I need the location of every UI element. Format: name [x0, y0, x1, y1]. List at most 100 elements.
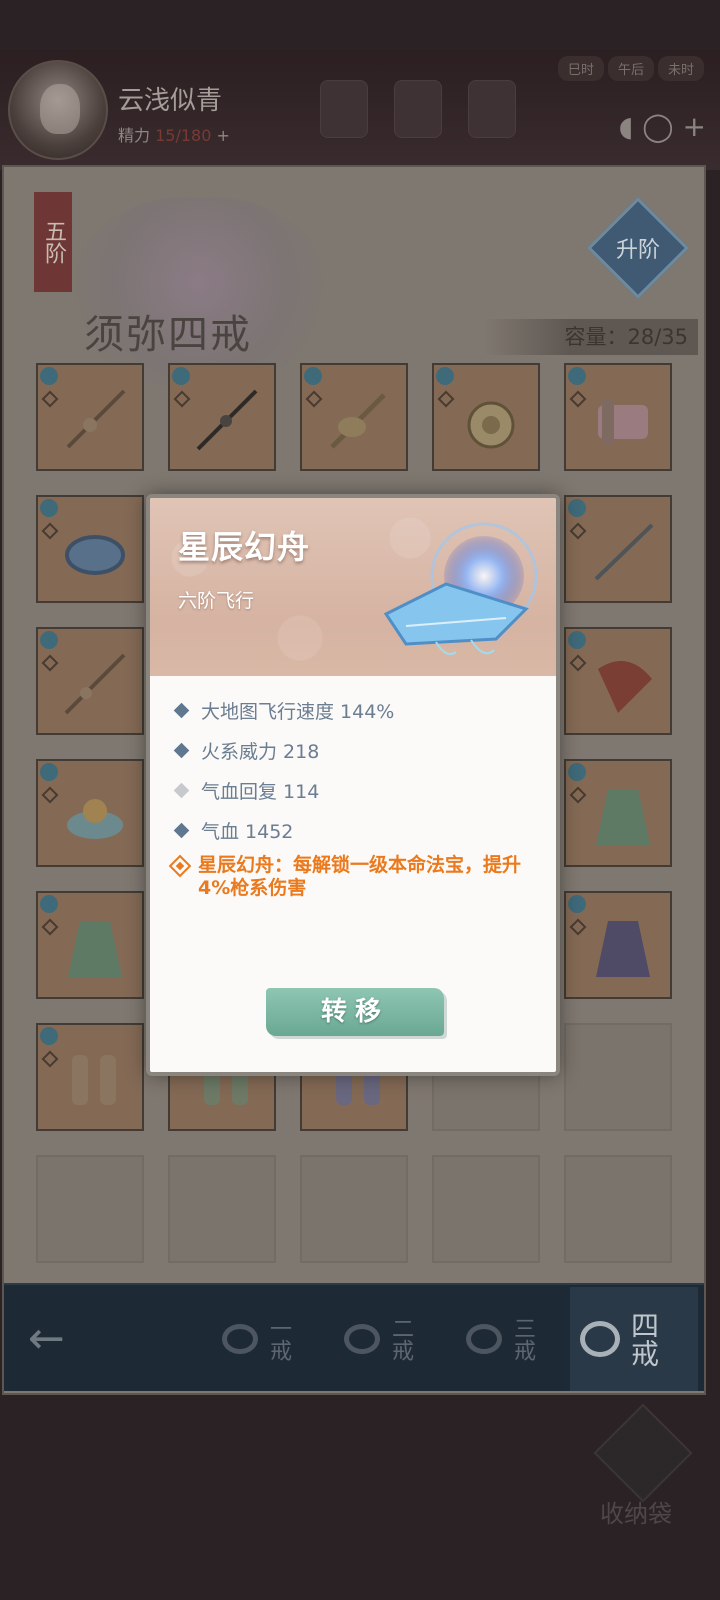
tower-icon[interactable] [320, 80, 368, 138]
treasure-slot[interactable] [36, 363, 144, 471]
treasure-slot[interactable] [564, 627, 672, 735]
robe-icon [68, 921, 122, 977]
stat-text: 气血回复 114 [201, 780, 320, 803]
skill-text: 星辰幻舟：每解锁一级本命法宝，提升4%枪系伤害 [198, 854, 522, 899]
empty-slot[interactable] [564, 1023, 672, 1131]
empty-slot[interactable] [564, 1155, 672, 1263]
treasure-slot[interactable] [300, 363, 408, 471]
treasure-detail-modal: 星辰幻舟 六阶飞行 大地图飞行速度 144% 火系威力 218 气血回复 114… [146, 494, 560, 1076]
treasure-slot[interactable] [564, 891, 672, 999]
bound-mark-icon [173, 390, 191, 408]
treasure-slot[interactable] [564, 495, 672, 603]
stat-text: 气血 1452 [201, 820, 294, 843]
quality-icon [40, 763, 58, 781]
robe-icon [596, 921, 650, 977]
quality-icon [568, 895, 586, 913]
upgrade-label: 升阶 [615, 238, 660, 263]
treasure-name: 星辰幻舟 [178, 528, 311, 566]
back-arrow-icon[interactable]: ← [28, 1315, 82, 1363]
empty-slot[interactable] [36, 1155, 144, 1263]
time-tab[interactable]: 午后 [607, 56, 654, 81]
stat-text: 火系威力 218 [201, 740, 320, 763]
time-tab[interactable]: 巳时 [557, 56, 604, 81]
bound-mark-icon [41, 918, 59, 936]
stat-row: 气血回复 114 [172, 770, 542, 810]
ring-icon [344, 1324, 380, 1354]
quality-icon [172, 367, 190, 385]
spear-icon [64, 653, 126, 715]
bound-mark-icon [305, 390, 323, 408]
energy-display: 精力 15/180 + [118, 122, 230, 146]
ring-icon [222, 1324, 258, 1354]
sword-icon [594, 523, 654, 581]
ring-icon [580, 1321, 620, 1357]
quality-icon [436, 367, 454, 385]
treasure-slot[interactable] [36, 627, 144, 735]
stat-row: 大地图飞行速度 144% [172, 690, 542, 730]
diamond-bullet-icon [173, 742, 190, 758]
time-tabs: 巳时 午后 未时 [557, 56, 704, 81]
treasure-slot[interactable] [36, 1023, 144, 1131]
fan-icon [598, 661, 652, 713]
spear-icon [196, 389, 258, 451]
spear-icon [66, 389, 126, 449]
bound-mark-icon [569, 522, 587, 540]
top-header: 云浅似青 精力 15/180 + 巳时 午后 未时 ◖ ◯ + [0, 50, 720, 170]
ring-tab-label: 一戒 [266, 1317, 291, 1361]
ring-tab-label: 三戒 [510, 1317, 535, 1361]
scroll-icon [598, 399, 648, 445]
bound-mark-icon [41, 390, 59, 408]
bound-mark-icon [41, 522, 59, 540]
skill-row: 星辰幻舟：每解锁一级本命法宝，提升4%枪系伤害 [168, 854, 542, 900]
diamond-bullet-icon [173, 822, 190, 838]
ring-icon [466, 1324, 502, 1354]
ring-title: 须弥四戒 [84, 312, 252, 358]
calligraphy-icon[interactable] [394, 80, 442, 138]
tab-ring-3[interactable]: 三戒 [466, 1297, 578, 1381]
bound-mark-icon [437, 390, 455, 408]
diamond-bullet-icon [173, 782, 190, 798]
empty-slot[interactable] [168, 1155, 276, 1263]
storage-bag-button[interactable]: 收纳袋 [593, 1403, 694, 1528]
bound-mark-icon [569, 654, 587, 672]
treasure-slot[interactable] [168, 363, 276, 471]
boots-icon [72, 1055, 116, 1105]
energy-label: 精力 [118, 126, 151, 145]
quality-icon [40, 631, 58, 649]
empty-slot[interactable] [432, 1155, 540, 1263]
quality-icon [568, 499, 586, 517]
treasure-slot[interactable] [36, 759, 144, 867]
tab-ring-1[interactable]: 一戒 [222, 1297, 334, 1381]
stat-list: 大地图飞行速度 144% 火系威力 218 气血回复 114 气血 1452 星… [168, 690, 542, 900]
energy-plus-button[interactable]: + [217, 126, 230, 145]
transfer-button[interactable]: 转移 [266, 988, 444, 1036]
bag-icon [593, 1403, 693, 1503]
bound-mark-icon [41, 786, 59, 804]
seal-icon[interactable] [468, 80, 516, 138]
bracelet-icon [65, 535, 125, 575]
pendant-icon [467, 401, 515, 449]
treasure-slot[interactable] [564, 759, 672, 867]
bound-mark-icon [41, 1050, 59, 1068]
capacity-label: 容量： [564, 325, 628, 349]
robe-icon [596, 789, 650, 845]
staff-icon [330, 393, 386, 449]
quality-icon [568, 631, 586, 649]
treasure-slot[interactable] [36, 495, 144, 603]
tab-ring-4[interactable]: 四戒 [570, 1287, 698, 1391]
upgrade-button[interactable]: 升阶 [587, 197, 689, 299]
treasure-slot[interactable] [432, 363, 540, 471]
player-avatar[interactable] [8, 60, 108, 160]
capacity-value: 28/35 [627, 325, 688, 349]
capacity-display: 容量：28/35 [484, 319, 698, 355]
treasure-slot[interactable] [564, 363, 672, 471]
header-function-icons [320, 80, 540, 150]
empty-slot[interactable] [300, 1155, 408, 1263]
quality-icon [40, 1027, 58, 1045]
quality-icon [304, 367, 322, 385]
time-tab[interactable]: 未时 [657, 56, 704, 81]
treasure-slot[interactable] [36, 891, 144, 999]
bound-mark-icon [569, 918, 587, 936]
tab-ring-2[interactable]: 二戒 [344, 1297, 456, 1381]
hud-add-icon[interactable]: ◖ ◯ + [619, 110, 706, 143]
